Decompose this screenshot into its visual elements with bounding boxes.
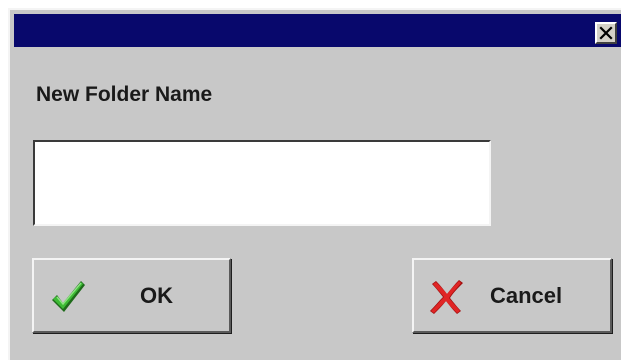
ok-button[interactable]: OK	[32, 258, 231, 333]
close-icon	[599, 26, 613, 40]
new-folder-dialog: New Folder Name OK Cancel	[8, 8, 621, 360]
title-bar[interactable]	[14, 14, 621, 47]
close-button[interactable]	[595, 22, 617, 44]
folder-name-input[interactable]	[33, 140, 491, 226]
ok-label: OK	[140, 283, 173, 308]
cancel-button[interactable]: Cancel	[412, 258, 612, 333]
cross-icon	[430, 280, 463, 314]
cancel-label: Cancel	[490, 283, 563, 308]
checkmark-icon	[52, 281, 85, 312]
prompt-label: New Folder Name	[36, 83, 213, 106]
